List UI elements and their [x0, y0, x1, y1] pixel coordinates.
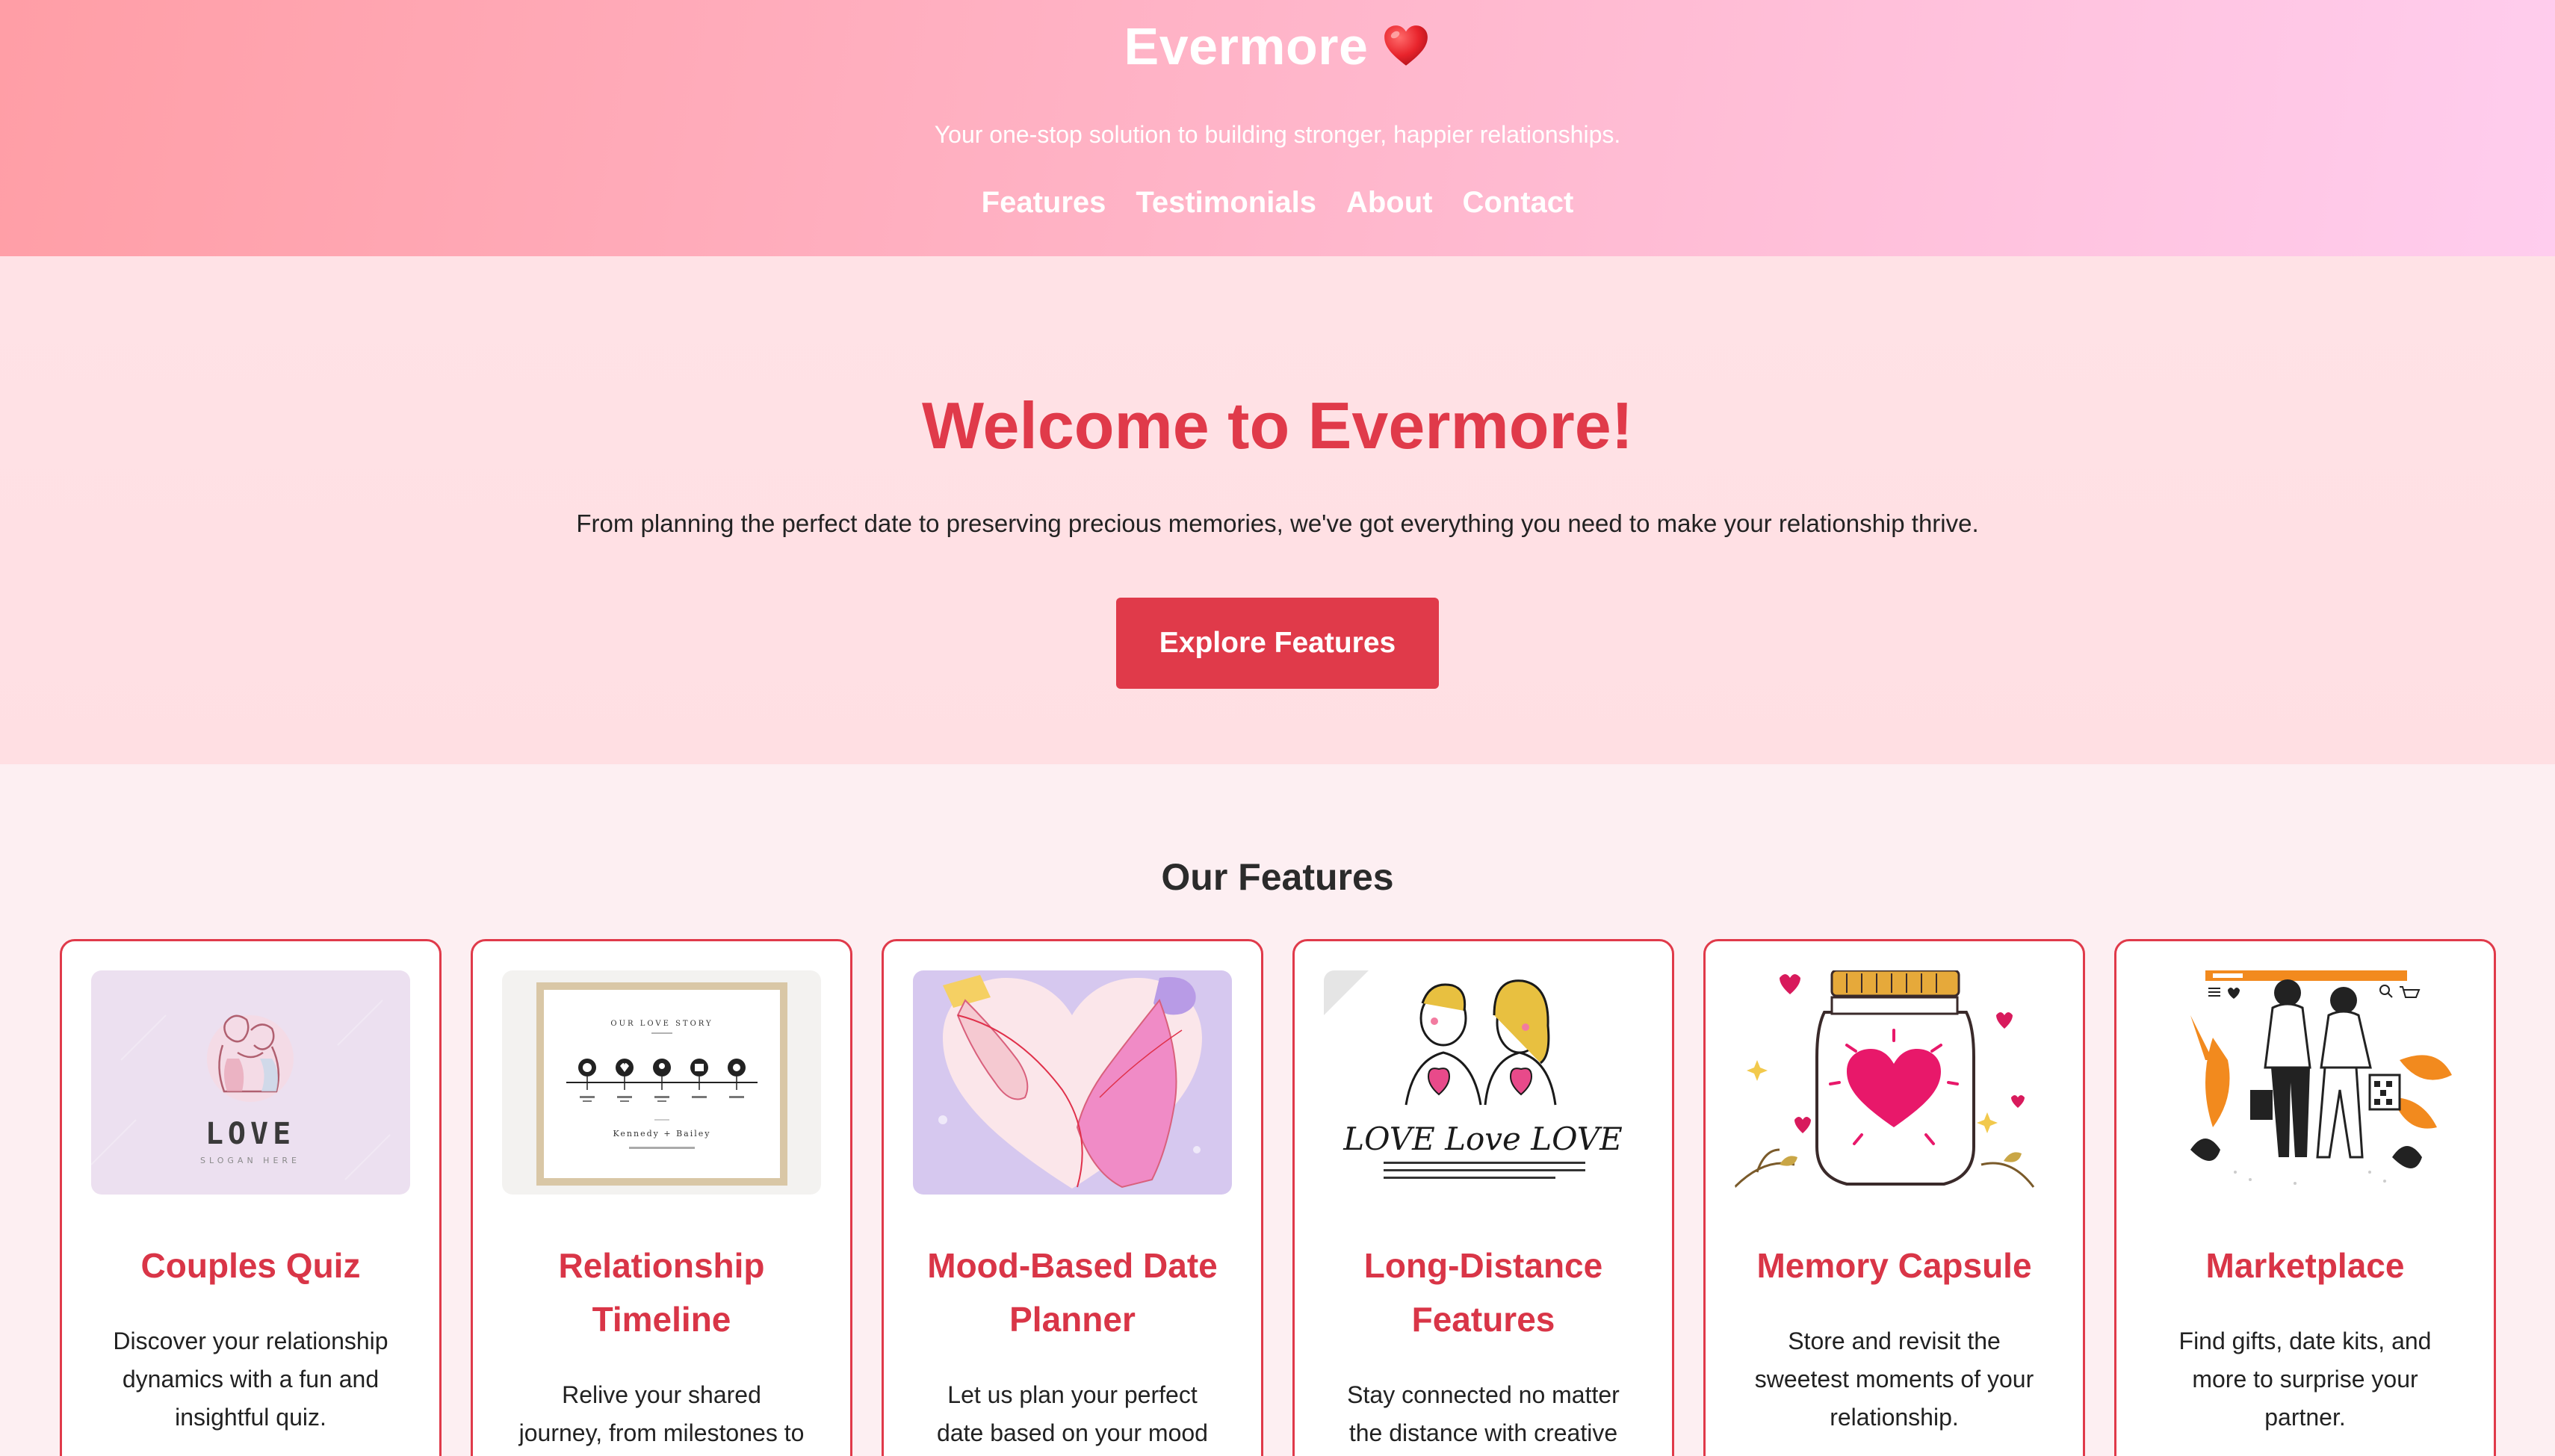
brand-name: Evermore — [1124, 17, 1369, 75]
feature-card-memory-capsule[interactable]: Memory Capsule Store and revisit the swe… — [1703, 939, 2085, 1456]
feature-card-long-distance[interactable]: LOVE Love LOVE Long-Distance Features St… — [1292, 939, 1674, 1456]
site-header: Evermore Your one-stop solution to build… — [0, 0, 2555, 256]
card-title: Relationship Timeline — [558, 1246, 765, 1339]
nav-about[interactable]: About — [1346, 184, 1433, 221]
features-heading: Our Features — [1161, 856, 1394, 898]
mood-date-planner-image — [913, 970, 1232, 1195]
timeline-image-names: Kennedy + Bailey — [613, 1129, 711, 1139]
card-description: Store and revisit the sweetest moments o… — [1754, 1328, 2034, 1431]
marketplace-image — [2146, 970, 2465, 1195]
long-distance-image: LOVE Love LOVE — [1324, 970, 1643, 1195]
nav-testimonials[interactable]: Testimonials — [1136, 184, 1316, 221]
couples-quiz-image-text: LOVE — [205, 1117, 295, 1151]
relationship-timeline-image: OUR LOVE STORY Kennedy + Bailey — [502, 970, 821, 1195]
features-section: Our Features LOVE SLOGAN HERE Couples Qu… — [0, 764, 2555, 1456]
card-title: Mood-Based Date Planner — [927, 1246, 1218, 1339]
couples-quiz-image-subtext: SLOGAN HERE — [200, 1156, 300, 1165]
hero-section: Welcome to Evermore! From planning the p… — [0, 256, 2555, 764]
explore-features-button[interactable]: Explore Features — [1116, 598, 1439, 689]
memory-capsule-image — [1735, 970, 2054, 1195]
feature-card-mood-date-planner[interactable]: Mood-Based Date Planner Let us plan your… — [882, 939, 1263, 1456]
nav-features[interactable]: Features — [982, 184, 1106, 221]
card-description: Relive your shared journey, from milesto… — [518, 1381, 805, 1446]
card-description: Find gifts, date kits, and more to surpr… — [2178, 1328, 2432, 1431]
card-description: Discover your relationship dynamics with… — [113, 1328, 388, 1431]
hero-text: From planning the perfect date to preser… — [576, 509, 1979, 537]
feature-card-couples-quiz[interactable]: LOVE SLOGAN HERE Couples Quiz Discover y… — [60, 939, 442, 1456]
feature-card-marketplace[interactable]: Marketplace Find gifts, date kits, and m… — [2114, 939, 2496, 1456]
card-title: Marketplace — [2205, 1246, 2405, 1285]
tagline: Your one-stop solution to building stron… — [934, 121, 1621, 148]
card-title: Memory Capsule — [1756, 1246, 2032, 1285]
brand[interactable]: Evermore — [0, 16, 2555, 76]
heart-icon — [1381, 22, 1431, 71]
feature-card-relationship-timeline[interactable]: OUR LOVE STORY Kennedy + Bailey Relation… — [471, 939, 852, 1456]
card-description: Let us plan your perfect date based on y… — [937, 1381, 1208, 1446]
hero-title: Welcome to Evermore! — [921, 388, 1633, 462]
timeline-image-title: OUR LOVE STORY — [610, 1020, 713, 1028]
main-nav: Features Testimonials About Contact — [0, 184, 2555, 221]
card-description: Stay connected no matter the distance wi… — [1347, 1381, 1620, 1446]
long-distance-image-text: LOVE Love LOVE — [1342, 1121, 1623, 1157]
couples-quiz-image: LOVE SLOGAN HERE — [91, 970, 410, 1195]
card-title: Long-Distance Features — [1363, 1246, 1603, 1339]
nav-contact[interactable]: Contact — [1462, 184, 1573, 221]
card-title: Couples Quiz — [140, 1246, 361, 1285]
